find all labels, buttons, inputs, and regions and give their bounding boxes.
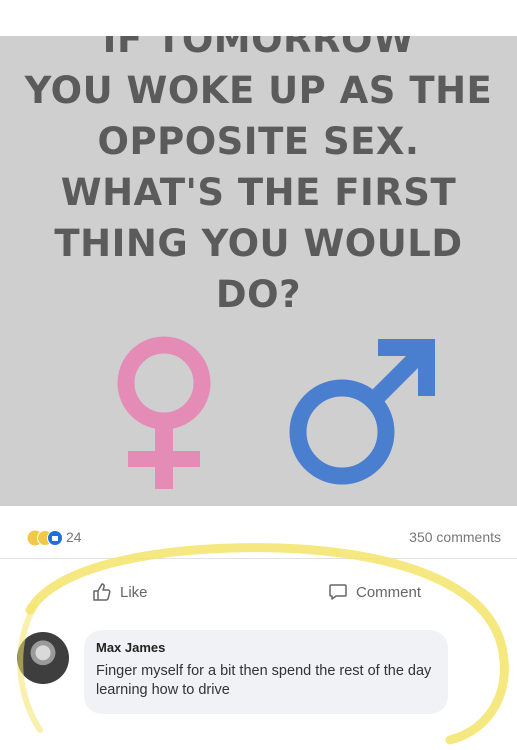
reaction-icons[interactable]	[27, 528, 63, 548]
comment: Max James Finger myself for a bit then s…	[0, 622, 517, 732]
comment-icon	[329, 584, 347, 600]
comment-bubble[interactable]: Max James Finger myself for a bit then s…	[84, 630, 448, 714]
post-actions: Like Comment	[0, 560, 517, 622]
like-label: Like	[120, 583, 148, 601]
comment-author[interactable]: Max James	[96, 640, 165, 655]
headline-line: THING YOU WOULD	[54, 222, 463, 265]
comment-label: Comment	[356, 583, 422, 601]
headline-line: YOU WOKE UP AS THE	[24, 69, 493, 112]
comment-text: Finger myself for a bit then spend the r…	[96, 663, 432, 698]
top-margin	[0, 0, 517, 36]
post-image[interactable]: IF TOMORROW YOU WOKE UP AS THE OPPOSITE …	[0, 36, 517, 506]
like-button[interactable]: Like	[92, 582, 148, 602]
headline-line: WHAT'S THE FIRST	[60, 171, 457, 214]
avatar[interactable]	[17, 632, 69, 684]
reaction-count[interactable]: 24	[66, 529, 82, 545]
thumbs-up-icon	[93, 583, 111, 601]
male-symbol-icon	[289, 339, 435, 485]
headline-line: IF TOMORROW	[102, 36, 415, 61]
comment-button[interactable]: Comment	[328, 582, 421, 602]
headline-line: DO?	[215, 273, 302, 316]
reactions-bar: 24 350 comments	[0, 506, 517, 559]
comments-count[interactable]: 350 comments	[409, 529, 501, 545]
female-symbol-icon	[117, 336, 211, 489]
post-headline: IF TOMORROW YOU WOKE UP AS THE OPPOSITE …	[0, 36, 517, 320]
headline-line: OPPOSITE SEX.	[97, 120, 420, 163]
